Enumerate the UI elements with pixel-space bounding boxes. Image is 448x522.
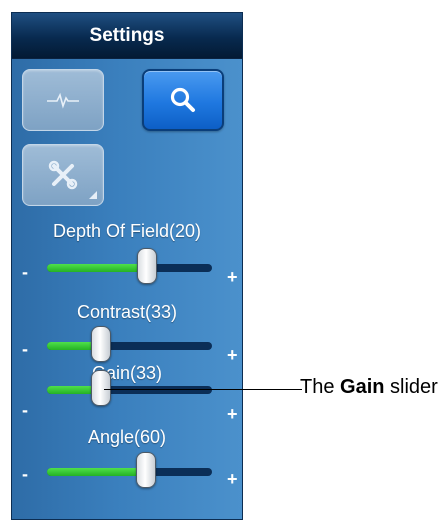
angle-slider[interactable] <box>47 452 212 488</box>
gain-thumb[interactable] <box>91 370 112 406</box>
dropdown-triangle-icon <box>89 191 97 199</box>
callout-line <box>104 389 302 390</box>
callout-label: The Gain slider <box>300 376 438 399</box>
gain-plus[interactable]: + <box>227 405 238 423</box>
angle-fill <box>47 468 146 476</box>
callout-bold: Gain <box>340 376 385 398</box>
gain-minus[interactable]: - <box>22 401 28 419</box>
waveform-icon <box>47 92 79 109</box>
depth-of-field-slider[interactable] <box>47 248 212 284</box>
callout-prefix: The <box>300 376 341 398</box>
search-icon <box>170 87 195 112</box>
contrast-slider[interactable] <box>47 326 212 362</box>
gain-slider[interactable] <box>47 370 212 406</box>
gain-label: Gain(33) <box>91 363 163 383</box>
angle-plus[interactable]: + <box>227 470 238 488</box>
contrast-label: Contrast(33) <box>76 302 178 322</box>
depth-of-field-plus[interactable]: + <box>227 268 238 286</box>
settings-panel: Settings Depth Of Field(20) - + Contrast… <box>11 12 243 520</box>
depth-of-field-fill <box>47 264 147 272</box>
angle-thumb[interactable] <box>136 452 156 488</box>
waveform-button[interactable] <box>22 69 104 131</box>
depth-of-field-label: Depth Of Field(20) <box>52 221 202 241</box>
tools-icon <box>48 160 78 190</box>
angle-minus[interactable]: - <box>22 465 28 483</box>
angle-label: Angle(60) <box>87 427 167 447</box>
contrast-minus[interactable]: - <box>22 340 28 358</box>
depth-of-field-thumb[interactable] <box>137 248 157 284</box>
contrast-plus[interactable]: + <box>227 346 238 364</box>
search-button[interactable] <box>142 69 224 131</box>
contrast-thumb[interactable] <box>91 326 112 362</box>
panel-title: Settings <box>12 13 242 59</box>
tools-button[interactable] <box>22 144 104 206</box>
page: Settings Depth Of Field(20) - + Contrast… <box>0 0 448 522</box>
callout-suffix: slider <box>384 376 438 398</box>
depth-of-field-minus[interactable]: - <box>22 263 28 281</box>
